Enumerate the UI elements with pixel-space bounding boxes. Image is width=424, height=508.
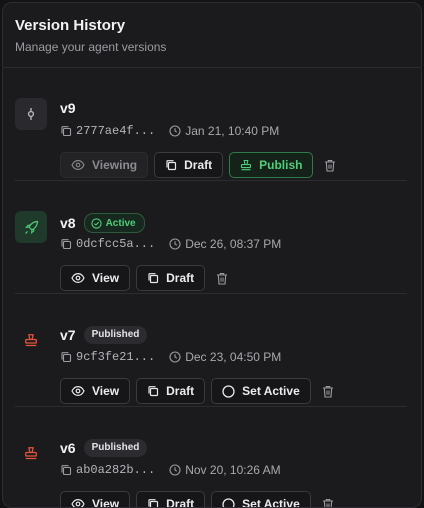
- draft-button[interactable]: Draft: [136, 378, 205, 404]
- version-time: Dec 23, 04:50 PM: [185, 350, 281, 364]
- panel-title: Version History: [15, 17, 409, 35]
- view-button[interactable]: View: [60, 265, 130, 291]
- set-active-label: Set Active: [242, 384, 300, 398]
- stamp-icon: [240, 159, 252, 171]
- version-name: v8: [60, 215, 76, 231]
- view-button[interactable]: View: [60, 491, 130, 508]
- draft-label: Draft: [184, 158, 212, 172]
- published-badge: Published: [84, 326, 148, 344]
- publish-button[interactable]: Publish: [229, 152, 313, 178]
- copy-icon: [147, 498, 159, 508]
- version-list: v9 2777ae4f... Jan 21, 10:40 PM Viewing …: [3, 68, 421, 508]
- version-time: Jan 21, 10:40 PM: [185, 124, 279, 138]
- draft-button[interactable]: Draft: [154, 152, 223, 178]
- version-name: v7: [60, 327, 76, 343]
- draft-button[interactable]: Draft: [136, 265, 205, 291]
- view-label: View: [92, 271, 119, 285]
- set-active-label: Set Active: [242, 497, 300, 508]
- copy-icon[interactable]: [60, 125, 72, 137]
- copy-icon: [165, 159, 177, 171]
- eye-icon: [71, 498, 85, 508]
- version-meta: 9cf3fe21... Dec 23, 04:50 PM: [60, 350, 281, 364]
- version-time: Nov 20, 10:26 AM: [185, 463, 280, 477]
- version-meta: 0dcfcc5a... Dec 26, 08:37 PM: [60, 237, 281, 251]
- panel-header: Version History Manage your agent versio…: [3, 3, 421, 68]
- version-item-v7: v7 Published 9cf3fe21... Dec 23, 04:50 P…: [15, 294, 407, 407]
- version-actions: View Draft: [60, 265, 233, 291]
- version-actions: Viewing Draft Publish: [60, 152, 341, 178]
- version-item-v8: v8 Active 0dcfcc5a... Dec 26, 08:37 PM V…: [15, 181, 407, 294]
- draft-button[interactable]: Draft: [136, 491, 205, 508]
- panel-subtitle: Manage your agent versions: [15, 40, 409, 55]
- version-time: Dec 26, 08:37 PM: [185, 237, 281, 251]
- trash-icon[interactable]: [317, 491, 339, 508]
- publish-label: Publish: [259, 158, 302, 172]
- view-button[interactable]: View: [60, 378, 130, 404]
- stamp-icon: [15, 437, 47, 469]
- eye-icon: [71, 159, 85, 171]
- version-name: v9: [60, 100, 76, 116]
- trash-icon[interactable]: [211, 265, 233, 291]
- version-meta: 2777ae4f... Jan 21, 10:40 PM: [60, 124, 279, 138]
- copy-icon[interactable]: [60, 464, 72, 476]
- view-label: View: [92, 497, 119, 508]
- trash-icon[interactable]: [317, 378, 339, 404]
- viewing-label: Viewing: [92, 158, 137, 172]
- draft-label: Draft: [166, 497, 194, 508]
- draft-label: Draft: [166, 271, 194, 285]
- published-badge: Published: [84, 439, 148, 457]
- draft-label: Draft: [166, 384, 194, 398]
- circle-icon: [222, 385, 235, 398]
- check-circle-icon: [91, 218, 102, 229]
- version-item-v9: v9 2777ae4f... Jan 21, 10:40 PM Viewing …: [15, 68, 407, 181]
- copy-icon[interactable]: [60, 351, 72, 363]
- clock-icon: [169, 238, 181, 250]
- rocket-icon: [15, 211, 47, 243]
- active-badge-label: Active: [106, 218, 136, 229]
- clock-icon: [169, 464, 181, 476]
- version-name: v6: [60, 440, 76, 456]
- eye-icon: [71, 272, 85, 284]
- stamp-icon: [15, 324, 47, 356]
- commit-icon: [15, 98, 47, 130]
- clock-icon: [169, 125, 181, 137]
- version-meta: ab0a282b... Nov 20, 10:26 AM: [60, 463, 281, 477]
- version-actions: View Draft Set Active: [60, 378, 339, 404]
- copy-icon: [147, 272, 159, 284]
- circle-icon: [222, 498, 235, 508]
- active-badge: Active: [84, 213, 145, 233]
- clock-icon: [169, 351, 181, 363]
- version-item-v6: v6 Published ab0a282b... Nov 20, 10:26 A…: [15, 407, 407, 508]
- copy-icon[interactable]: [60, 238, 72, 250]
- version-hash: 9cf3fe21...: [76, 350, 155, 364]
- version-history-panel: Version History Manage your agent versio…: [2, 2, 422, 508]
- version-hash: ab0a282b...: [76, 463, 155, 477]
- version-actions: View Draft Set Active: [60, 491, 339, 508]
- eye-icon: [71, 385, 85, 397]
- version-hash: 0dcfcc5a...: [76, 237, 155, 251]
- version-hash: 2777ae4f...: [76, 124, 155, 138]
- copy-icon: [147, 385, 159, 397]
- set-active-button[interactable]: Set Active: [211, 378, 311, 404]
- view-label: View: [92, 384, 119, 398]
- viewing-button: Viewing: [60, 152, 148, 178]
- set-active-button[interactable]: Set Active: [211, 491, 311, 508]
- trash-icon[interactable]: [319, 152, 341, 178]
